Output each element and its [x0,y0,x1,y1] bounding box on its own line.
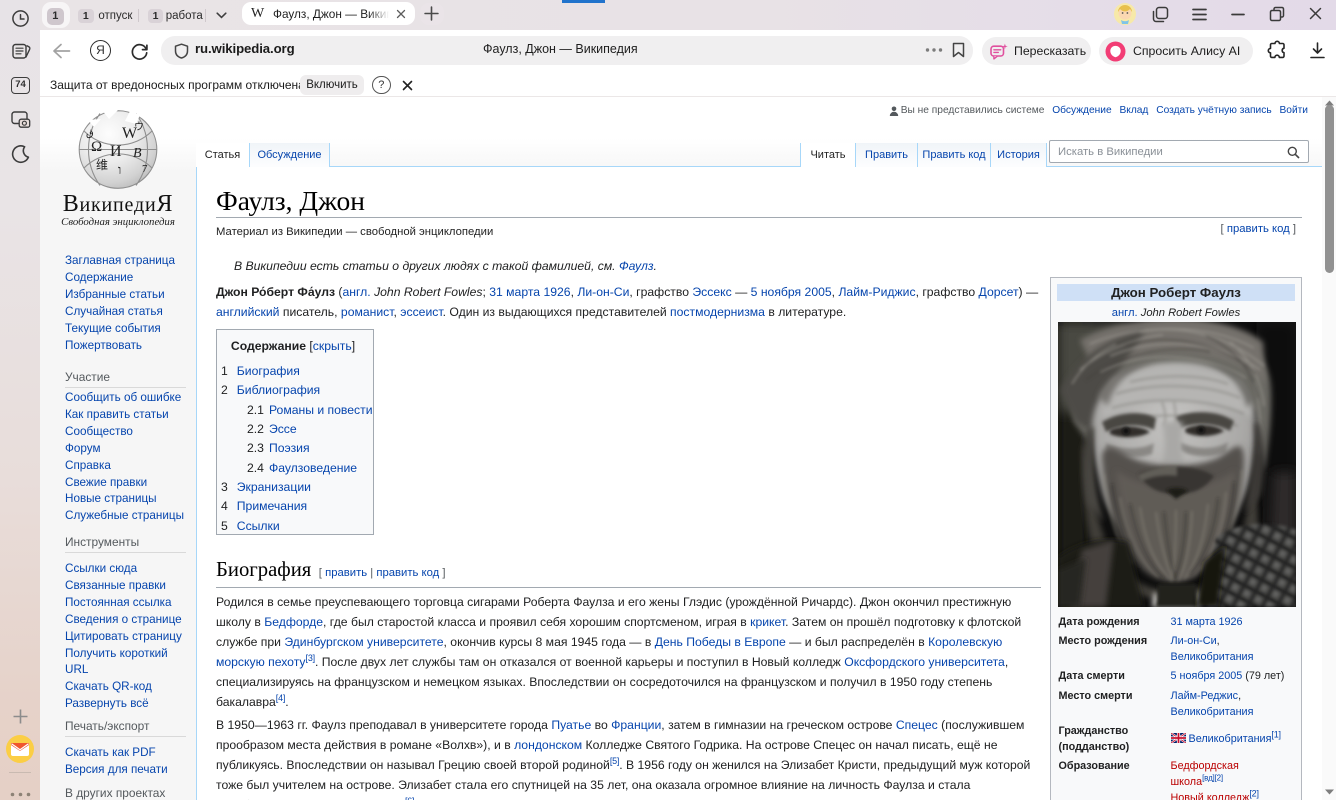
svg-text:维: 维 [96,158,108,172]
svg-text:ウ: ウ [134,121,144,133]
svg-text:И: И [110,143,122,160]
svg-text:ו: ו [118,162,121,177]
svg-text:B: B [133,146,142,161]
svg-text:ق: ق [86,128,94,139]
svg-text:7: 7 [142,163,148,175]
svg-text:Ω: Ω [91,139,102,155]
